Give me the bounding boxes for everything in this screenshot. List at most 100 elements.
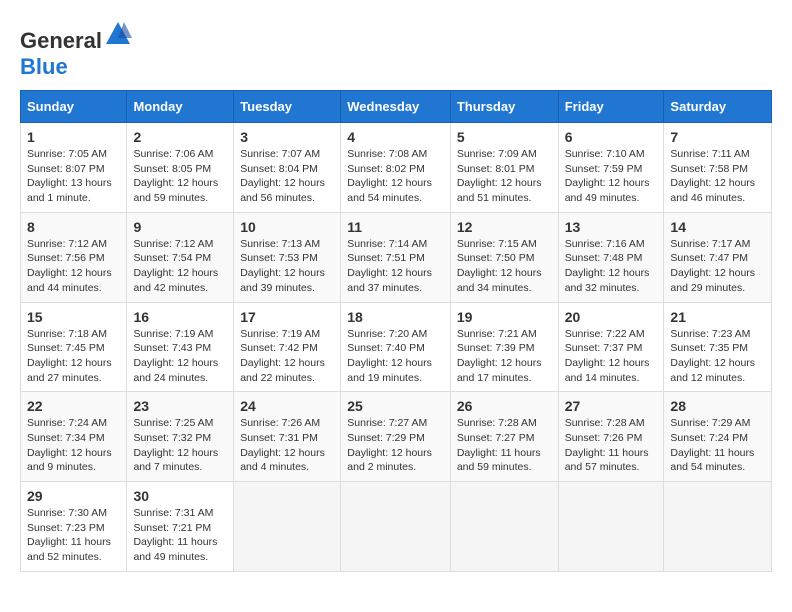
calendar-cell: 12 Sunrise: 7:15 AMSunset: 7:50 PMDayligh…	[450, 212, 558, 302]
day-number: 24	[240, 398, 334, 414]
day-number: 22	[27, 398, 120, 414]
calendar-cell: 28 Sunrise: 7:29 AMSunset: 7:24 PMDayligh…	[664, 392, 772, 482]
day-number: 18	[347, 309, 444, 325]
day-number: 12	[457, 219, 552, 235]
weekday-header-row: SundayMondayTuesdayWednesdayThursdayFrid…	[21, 91, 772, 123]
calendar-cell: 9 Sunrise: 7:12 AMSunset: 7:54 PMDaylight…	[127, 212, 234, 302]
calendar-cell: 23 Sunrise: 7:25 AMSunset: 7:32 PMDayligh…	[127, 392, 234, 482]
weekday-header-friday: Friday	[558, 91, 664, 123]
day-info: Sunrise: 7:08 AMSunset: 8:02 PMDaylight:…	[347, 147, 444, 206]
weekday-header-saturday: Saturday	[664, 91, 772, 123]
day-number: 30	[133, 488, 227, 504]
day-number: 9	[133, 219, 227, 235]
day-info: Sunrise: 7:26 AMSunset: 7:31 PMDaylight:…	[240, 416, 334, 475]
day-info: Sunrise: 7:31 AMSunset: 7:21 PMDaylight:…	[133, 506, 227, 565]
day-info: Sunrise: 7:25 AMSunset: 7:32 PMDaylight:…	[133, 416, 227, 475]
day-number: 10	[240, 219, 334, 235]
calendar-cell: 2 Sunrise: 7:06 AMSunset: 8:05 PMDaylight…	[127, 123, 234, 213]
day-info: Sunrise: 7:28 AMSunset: 7:27 PMDaylight:…	[457, 416, 552, 475]
calendar-cell: 16Sunrise: 7:19 AMSunset: 7:43 PMDayligh…	[127, 302, 234, 392]
calendar-cell	[234, 482, 341, 572]
weekday-header-monday: Monday	[127, 91, 234, 123]
calendar-cell	[450, 482, 558, 572]
calendar-cell: 11 Sunrise: 7:14 AMSunset: 7:51 PMDayligh…	[341, 212, 451, 302]
week-row-5: 29 Sunrise: 7:30 AMSunset: 7:23 PMDayligh…	[21, 482, 772, 572]
week-row-4: 22 Sunrise: 7:24 AMSunset: 7:34 PMDayligh…	[21, 392, 772, 482]
day-info: Sunrise: 7:23 AMSunset: 7:35 PMDaylight:…	[670, 327, 765, 386]
day-number: 13	[565, 219, 658, 235]
day-info: Sunrise: 7:19 AMSunset: 7:42 PMDaylight:…	[240, 327, 334, 386]
calendar-cell: 18 Sunrise: 7:20 AMSunset: 7:40 PMDayligh…	[341, 302, 451, 392]
calendar-cell: 30 Sunrise: 7:31 AMSunset: 7:21 PMDayligh…	[127, 482, 234, 572]
week-row-2: 8 Sunrise: 7:12 AMSunset: 7:56 PMDaylight…	[21, 212, 772, 302]
day-info: Sunrise: 7:15 AMSunset: 7:50 PMDaylight:…	[457, 237, 552, 296]
weekday-header-sunday: Sunday	[21, 91, 127, 123]
day-number: 11	[347, 219, 444, 235]
day-info: Sunrise: 7:07 AMSunset: 8:04 PMDaylight:…	[240, 147, 334, 206]
day-number: 7	[670, 129, 765, 145]
calendar-table: SundayMondayTuesdayWednesdayThursdayFrid…	[20, 90, 772, 572]
calendar-cell: 8 Sunrise: 7:12 AMSunset: 7:56 PMDaylight…	[21, 212, 127, 302]
calendar-cell: 21 Sunrise: 7:23 AMSunset: 7:35 PMDayligh…	[664, 302, 772, 392]
day-info: Sunrise: 7:24 AMSunset: 7:34 PMDaylight:…	[27, 416, 120, 475]
day-number: 27	[565, 398, 658, 414]
day-number: 3	[240, 129, 334, 145]
day-number: 15	[27, 309, 120, 325]
calendar-cell: 22 Sunrise: 7:24 AMSunset: 7:34 PMDayligh…	[21, 392, 127, 482]
header: General Blue	[20, 20, 772, 80]
day-number: 29	[27, 488, 120, 504]
calendar-cell: 25Sunrise: 7:27 AMSunset: 7:29 PMDayligh…	[341, 392, 451, 482]
logo-icon	[104, 20, 132, 48]
logo-blue: Blue	[20, 54, 68, 79]
calendar-cell: 29 Sunrise: 7:30 AMSunset: 7:23 PMDayligh…	[21, 482, 127, 572]
calendar-cell	[558, 482, 664, 572]
day-number: 2	[133, 129, 227, 145]
calendar-cell: 14 Sunrise: 7:17 AMSunset: 7:47 PMDayligh…	[664, 212, 772, 302]
day-number: 21	[670, 309, 765, 325]
calendar-cell	[341, 482, 451, 572]
calendar-cell: 5 Sunrise: 7:09 AMSunset: 8:01 PMDaylight…	[450, 123, 558, 213]
day-info: Sunrise: 7:17 AMSunset: 7:47 PMDaylight:…	[670, 237, 765, 296]
calendar-cell: 1Sunrise: 7:05 AMSunset: 8:07 PMDaylight…	[21, 123, 127, 213]
calendar-cell: 7 Sunrise: 7:11 AMSunset: 7:58 PMDaylight…	[664, 123, 772, 213]
day-info: Sunrise: 7:11 AMSunset: 7:58 PMDaylight:…	[670, 147, 765, 206]
day-info: Sunrise: 7:13 AMSunset: 7:53 PMDaylight:…	[240, 237, 334, 296]
weekday-header-wednesday: Wednesday	[341, 91, 451, 123]
day-info: Sunrise: 7:21 AMSunset: 7:39 PMDaylight:…	[457, 327, 552, 386]
day-info: Sunrise: 7:27 AMSunset: 7:29 PMDaylight:…	[347, 416, 444, 475]
calendar-cell: 24 Sunrise: 7:26 AMSunset: 7:31 PMDayligh…	[234, 392, 341, 482]
day-info: Sunrise: 7:18 AMSunset: 7:45 PMDaylight:…	[27, 327, 120, 386]
day-number: 4	[347, 129, 444, 145]
day-number: 8	[27, 219, 120, 235]
day-info: Sunrise: 7:19 AMSunset: 7:43 PMDaylight:…	[133, 327, 227, 386]
weekday-header-thursday: Thursday	[450, 91, 558, 123]
calendar-cell: 27Sunrise: 7:28 AMSunset: 7:26 PMDayligh…	[558, 392, 664, 482]
day-info: Sunrise: 7:09 AMSunset: 8:01 PMDaylight:…	[457, 147, 552, 206]
day-number: 23	[133, 398, 227, 414]
day-info: Sunrise: 7:14 AMSunset: 7:51 PMDaylight:…	[347, 237, 444, 296]
day-info: Sunrise: 7:06 AMSunset: 8:05 PMDaylight:…	[133, 147, 227, 206]
day-info: Sunrise: 7:29 AMSunset: 7:24 PMDaylight:…	[670, 416, 765, 475]
calendar-cell: 19Sunrise: 7:21 AMSunset: 7:39 PMDayligh…	[450, 302, 558, 392]
day-info: Sunrise: 7:12 AMSunset: 7:56 PMDaylight:…	[27, 237, 120, 296]
day-number: 20	[565, 309, 658, 325]
day-number: 26	[457, 398, 552, 414]
week-row-1: 1Sunrise: 7:05 AMSunset: 8:07 PMDaylight…	[21, 123, 772, 213]
calendar-cell: 13Sunrise: 7:16 AMSunset: 7:48 PMDayligh…	[558, 212, 664, 302]
day-number: 28	[670, 398, 765, 414]
day-number: 14	[670, 219, 765, 235]
calendar-cell: 26 Sunrise: 7:28 AMSunset: 7:27 PMDayligh…	[450, 392, 558, 482]
day-number: 5	[457, 129, 552, 145]
day-info: Sunrise: 7:30 AMSunset: 7:23 PMDaylight:…	[27, 506, 120, 565]
day-info: Sunrise: 7:20 AMSunset: 7:40 PMDaylight:…	[347, 327, 444, 386]
calendar-cell: 20 Sunrise: 7:22 AMSunset: 7:37 PMDayligh…	[558, 302, 664, 392]
day-info: Sunrise: 7:10 AMSunset: 7:59 PMDaylight:…	[565, 147, 658, 206]
calendar-cell: 6Sunrise: 7:10 AMSunset: 7:59 PMDaylight…	[558, 123, 664, 213]
logo-text: General Blue	[20, 20, 132, 80]
day-info: Sunrise: 7:05 AMSunset: 8:07 PMDaylight:…	[27, 147, 120, 206]
day-number: 17	[240, 309, 334, 325]
calendar-cell: 4 Sunrise: 7:08 AMSunset: 8:02 PMDaylight…	[341, 123, 451, 213]
calendar-cell: 10 Sunrise: 7:13 AMSunset: 7:53 PMDayligh…	[234, 212, 341, 302]
day-info: Sunrise: 7:12 AMSunset: 7:54 PMDaylight:…	[133, 237, 227, 296]
day-info: Sunrise: 7:22 AMSunset: 7:37 PMDaylight:…	[565, 327, 658, 386]
